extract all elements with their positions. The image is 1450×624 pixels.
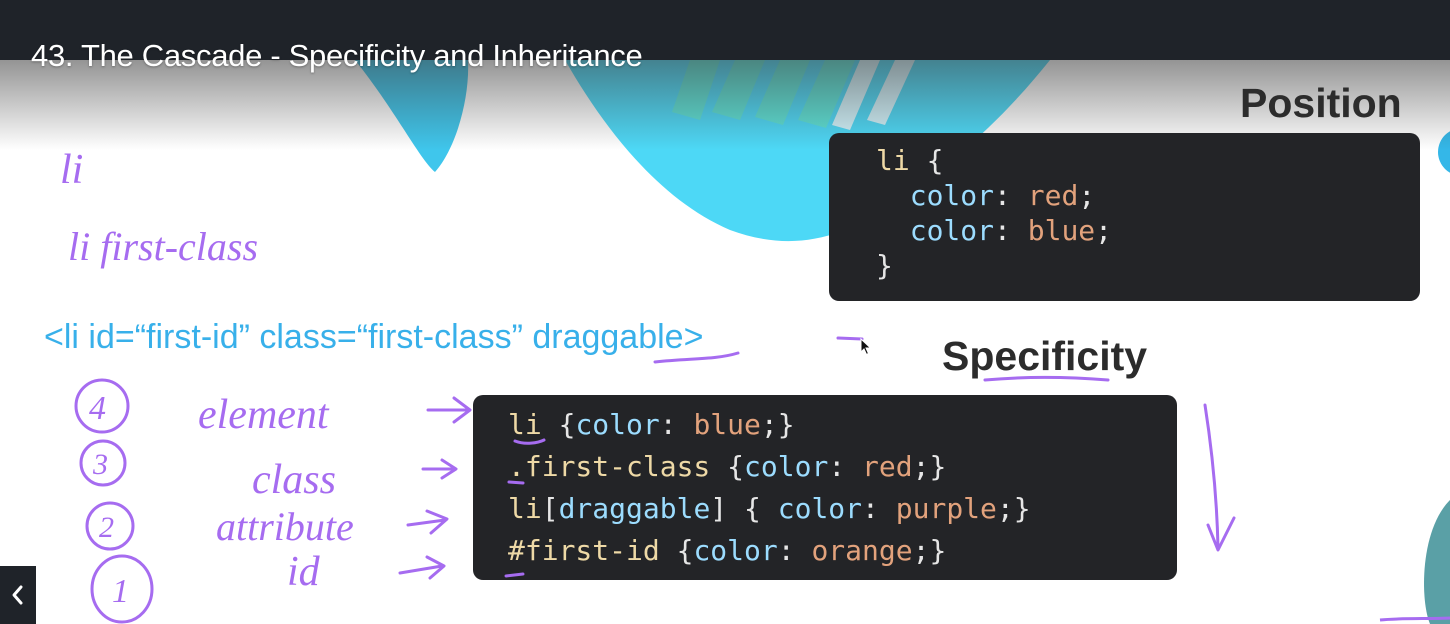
html-example-line: <li id=“first-id” class=“first-class” dr… (44, 318, 704, 356)
position-code-block: li { color: red; color: blue; } (829, 133, 1420, 301)
code-line: li {color: blue;} (508, 408, 795, 441)
code-line: } (876, 249, 893, 282)
video-title: 43. The Cascade - Specificity and Inheri… (31, 38, 643, 73)
chevron-left-icon (12, 585, 23, 605)
code-line: color: red; (909, 179, 1096, 212)
code-line: .first-class {color: red;} (508, 450, 947, 483)
mouse-pointer-icon (860, 338, 872, 356)
specificity-code-block: li {color: blue;} .first-class {color: r… (473, 395, 1177, 580)
back-button[interactable] (0, 566, 36, 624)
code-line: #first-id {color: orange;} (508, 534, 947, 567)
code-line: li { (876, 144, 944, 177)
position-heading: Position (1240, 80, 1402, 126)
code-line: color: blue; (909, 214, 1113, 247)
code-line: li[draggable] { color: purple;} (508, 492, 1031, 525)
specificity-heading: Specificity (942, 333, 1148, 379)
